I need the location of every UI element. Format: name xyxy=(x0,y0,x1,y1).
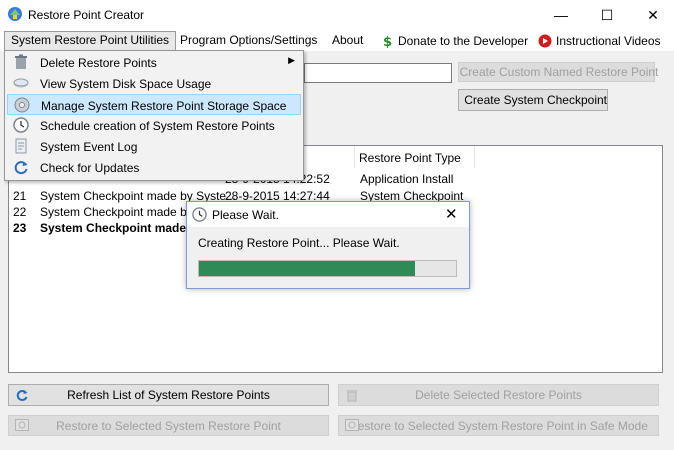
menu-item-event-log[interactable]: System Event Log xyxy=(7,136,301,157)
utilities-dropdown-menu: Delete Restore Points ▶ View System Disk… xyxy=(4,50,304,181)
restore-selected-label: Restore to Selected System Restore Point xyxy=(56,418,281,433)
restore-icon xyxy=(15,419,29,431)
menu-item-label: Delete Restore Points xyxy=(40,56,157,70)
trash-icon xyxy=(347,390,357,402)
minimize-button[interactable]: — xyxy=(538,0,584,30)
disk-icon xyxy=(13,78,29,88)
create-checkpoint-label: Create System Checkpoint xyxy=(464,93,607,107)
dollar-icon: $ xyxy=(383,35,392,48)
menu-videos[interactable]: Instructional Videos xyxy=(532,31,667,51)
clock-icon xyxy=(192,207,207,222)
menu-videos-label: Instructional Videos xyxy=(556,33,661,48)
dialog-close-button[interactable]: ✕ xyxy=(445,205,458,223)
menu-item-label: Manage System Restore Point Storage Spac… xyxy=(41,99,287,113)
menu-utilities[interactable]: System Restore Point Utilities xyxy=(4,31,177,51)
menu-donate-label: Donate to the Developer xyxy=(398,33,529,48)
delete-selected-label: Delete Selected Restore Points xyxy=(415,388,582,402)
close-button[interactable]: ✕ xyxy=(630,0,674,30)
row-description: System Checkpoint made b xyxy=(40,221,197,235)
progress-bar-fill xyxy=(199,261,415,276)
menu-item-delete-restore-points[interactable]: Delete Restore Points ▶ xyxy=(7,52,301,73)
refresh-icon xyxy=(14,161,28,175)
menu-item-view-disk-space[interactable]: View System Disk Space Usage xyxy=(7,73,301,94)
menu-item-manage-storage-space[interactable]: Manage System Restore Point Storage Spac… xyxy=(7,94,301,115)
column-header-type[interactable]: Restore Point Type xyxy=(359,151,461,165)
menu-item-check-updates[interactable]: Check for Updates xyxy=(7,157,301,178)
custom-name-input[interactable] xyxy=(304,63,452,83)
restore-selected-button[interactable]: Restore to Selected System Restore Point xyxy=(8,415,329,436)
menu-item-label: Check for Updates xyxy=(40,161,140,175)
create-custom-named-button[interactable]: Create Custom Named Restore Point xyxy=(458,62,658,82)
settings-disk-icon xyxy=(14,97,30,113)
restore-icon xyxy=(345,419,359,431)
restore-safe-mode-label: Restore to Selected System Restore Point… xyxy=(349,418,648,433)
menu-bar: System Restore Point Utilities Program O… xyxy=(0,30,674,51)
row-id: 22 xyxy=(13,205,27,219)
progress-bar xyxy=(198,260,457,277)
menu-item-schedule-creation[interactable]: Schedule creation of System Restore Poin… xyxy=(7,115,301,136)
submenu-arrow-icon: ▶ xyxy=(288,55,295,65)
menu-item-label: Schedule creation of System Restore Poin… xyxy=(40,119,275,133)
refresh-icon xyxy=(16,390,28,401)
title-bar: Restore Point Creator — ☐ ✕ xyxy=(0,0,674,30)
clock-icon xyxy=(13,117,29,133)
play-icon xyxy=(538,34,552,48)
refresh-list-label: Refresh List of System Restore Points xyxy=(67,388,270,402)
menu-item-label: View System Disk Space Usage xyxy=(40,77,212,91)
create-checkpoint-button[interactable]: Create System Checkpoint xyxy=(458,89,608,111)
log-icon xyxy=(15,138,27,154)
window-title: Restore Point Creator xyxy=(28,8,145,22)
svg-text:$: $ xyxy=(383,35,392,48)
maximize-button[interactable]: ☐ xyxy=(584,0,630,30)
menu-item-label: System Event Log xyxy=(40,140,138,154)
restore-safe-mode-button[interactable]: Restore to Selected System Restore Point… xyxy=(338,415,659,436)
refresh-list-button[interactable]: Refresh List of System Restore Points xyxy=(8,384,329,406)
column-separator xyxy=(474,146,475,168)
app-icon xyxy=(8,7,22,21)
dialog-title-bar: Please Wait. ✕ xyxy=(187,202,469,227)
create-custom-named-label: Create Custom Named Restore Point xyxy=(459,65,659,79)
dialog-title: Please Wait. xyxy=(212,208,279,222)
menu-donate[interactable]: $ Donate to the Developer xyxy=(374,31,534,51)
dialog-message: Creating Restore Point... Please Wait. xyxy=(198,236,400,250)
menu-options[interactable]: Program Options/Settings xyxy=(174,31,323,51)
row-id: 23 xyxy=(13,221,27,235)
row-type: Application Install xyxy=(360,172,454,186)
column-separator xyxy=(354,146,355,168)
delete-selected-button[interactable]: Delete Selected Restore Points xyxy=(338,384,659,406)
row-id: 21 xyxy=(13,189,27,203)
trash-icon xyxy=(15,54,27,69)
please-wait-dialog: Please Wait. ✕ Creating Restore Point...… xyxy=(186,201,470,289)
menu-about[interactable]: About xyxy=(326,31,369,51)
